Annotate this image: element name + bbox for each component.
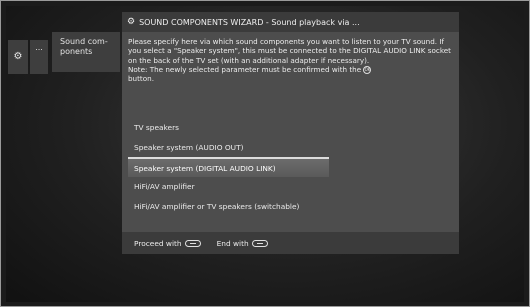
settings-tile[interactable]: ⚙ [8,40,28,74]
description-text: Please specify here via which sound comp… [128,37,451,65]
wizard-header: ⚙ SOUND COMPONENTS WIZARD - Sound playba… [122,12,459,32]
gear-icon: ⚙ [127,17,136,27]
ok-button-icon: OK [363,65,372,74]
option-hifi-av-amplifier[interactable]: HiFi/AV amplifier [128,177,453,197]
dots-label: ... [35,43,43,52]
option-label: HiFi/AV amplifier or TV speakers (switch… [134,202,300,212]
option-speaker-system-audio-out[interactable]: Speaker system (AUDIO OUT) [128,138,453,158]
note-suffix: button. [128,74,154,84]
option-label: HiFi/AV amplifier [134,182,195,192]
option-label: TV speakers [134,123,179,133]
wizard-title: SOUND COMPONENTS WIZARD - Sound playback… [139,17,360,27]
end-label: End with [216,238,249,248]
options-list: TV speakers Speaker system (AUDIO OUT) S… [128,118,453,216]
sound-components-label: Sound com-ponents [60,37,108,56]
option-label: Speaker system (AUDIO OUT) [134,143,244,153]
sound-components-wizard: ⚙ SOUND COMPONENTS WIZARD - Sound playba… [122,12,459,257]
tv-display: ⚙ ... Sound com-ponents ⚙ SOUND COMPONEN… [6,6,524,302]
end-hint: End with [217,239,268,248]
wizard-footer: Proceed with End with [122,232,459,254]
option-speaker-system-digital-audio-link[interactable]: Speaker system (DIGITAL AUDIO LINK) [128,157,329,178]
gear-icon: ⚙ [13,51,23,62]
option-hifi-av-or-tv-switchable[interactable]: HiFi/AV amplifier or TV speakers (switch… [128,197,453,217]
option-label: Speaker system (DIGITAL AUDIO LINK) [134,163,276,173]
note-prefix: Note: The newly selected parameter must … [128,64,362,74]
wizard-description: Please specify here via which sound comp… [128,37,454,83]
end-button-icon [251,239,268,247]
dots-tile[interactable]: ... [30,40,48,74]
wizard-body: Please specify here via which sound comp… [122,32,459,232]
option-tv-speakers[interactable]: TV speakers [128,118,453,138]
tv-screen: ⚙ ... Sound com-ponents ⚙ SOUND COMPONEN… [0,0,530,307]
sound-components-tile[interactable]: Sound com-ponents [52,32,120,72]
proceed-label: Proceed with [134,238,182,248]
proceed-hint: Proceed with [134,239,201,248]
right-arrow-button-icon [184,239,201,247]
